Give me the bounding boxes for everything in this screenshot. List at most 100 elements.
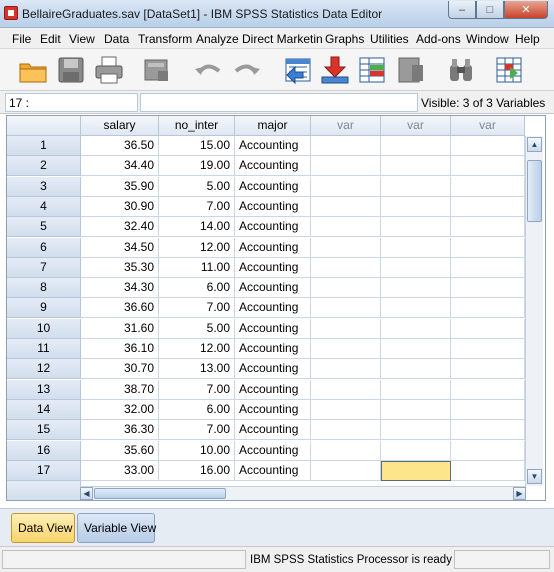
cell-salary[interactable]: 31.60 [81,318,159,339]
cell-empty-var[interactable] [381,136,451,156]
cell-empty-var[interactable] [451,196,525,217]
cell-empty-var[interactable] [381,176,451,197]
go-to-variable-icon[interactable] [320,55,350,85]
cell-empty-var[interactable] [451,339,525,359]
column-header-no-inter[interactable]: no_inter [159,116,235,136]
cell-empty-var[interactable] [311,237,381,258]
cell-empty-var[interactable] [381,196,451,217]
menu-analyze[interactable]: Analyze [196,32,239,46]
cell-no-inter[interactable]: 10.00 [159,440,235,461]
row-header[interactable]: 9 [7,298,81,319]
cell-value-input[interactable] [140,93,418,112]
splitter-grip-icon[interactable] [266,501,286,510]
spss-app-icon[interactable] [4,6,18,20]
cell-major[interactable]: Accounting [235,339,311,359]
cell-empty-var[interactable] [451,298,525,319]
cell-empty-var[interactable] [311,278,381,299]
cell-empty-var[interactable] [381,298,451,319]
menu-help[interactable]: Help [515,32,540,46]
cell-salary[interactable]: 36.10 [81,339,159,359]
cell-empty-var[interactable] [311,136,381,156]
row-header[interactable]: 15 [7,420,81,441]
minimize-button[interactable]: – [448,1,476,19]
cell-no-inter[interactable]: 7.00 [159,196,235,217]
cell-empty-var[interactable] [451,237,525,258]
cell-major[interactable]: Accounting [235,420,311,441]
cell-empty-var[interactable] [451,278,525,299]
cell-salary[interactable]: 30.70 [81,359,159,380]
variables-icon[interactable] [357,55,387,85]
cell-no-inter[interactable]: 13.00 [159,359,235,380]
column-header-major[interactable]: major [235,116,311,136]
cell-major[interactable]: Accounting [235,257,311,278]
scroll-right-arrow-icon[interactable]: ▶ [513,487,526,500]
cell-empty-var[interactable] [451,359,525,380]
cell-salary[interactable]: 34.50 [81,237,159,258]
split-file-icon[interactable] [396,55,426,85]
cell-empty-var[interactable] [311,217,381,238]
cell-major[interactable]: Accounting [235,399,311,420]
cell-empty-var[interactable] [311,298,381,319]
cell-empty-var[interactable] [381,156,451,177]
save-icon[interactable] [56,55,86,85]
cell-empty-var[interactable] [311,257,381,278]
cell-no-inter[interactable]: 16.00 [159,460,235,481]
cell-no-inter[interactable]: 5.00 [159,318,235,339]
cell-major[interactable]: Accounting [235,278,311,299]
horizontal-scroll-thumb[interactable] [94,488,226,499]
cell-salary[interactable]: 36.60 [81,298,159,319]
row-header[interactable]: 12 [7,359,81,380]
cell-major[interactable]: Accounting [235,298,311,319]
cell-empty-var[interactable] [311,399,381,420]
row-header[interactable]: 6 [7,237,81,258]
scroll-up-arrow-icon[interactable]: ▲ [527,137,542,152]
cell-empty-var[interactable] [381,237,451,258]
find-icon[interactable] [446,55,476,85]
column-header-var-1[interactable]: var [311,116,381,136]
menu-direct-marketing[interactable]: Direct Marketing [242,32,322,46]
cell-empty-var[interactable] [451,156,525,177]
cell-empty-var[interactable] [451,257,525,278]
menu-file[interactable]: File [12,32,31,46]
cell-no-inter[interactable]: 7.00 [159,379,235,400]
cell-no-inter[interactable]: 7.00 [159,298,235,319]
cell-empty-var[interactable] [381,359,451,380]
row-header[interactable]: 2 [7,156,81,177]
menu-transform[interactable]: Transform [138,32,193,46]
close-button[interactable]: ✕ [504,1,548,19]
cell-salary[interactable]: 38.70 [81,379,159,400]
cell-empty-var[interactable] [451,420,525,441]
column-header-var-2[interactable]: var [381,116,451,136]
row-header[interactable]: 7 [7,257,81,278]
cell-major[interactable]: Accounting [235,460,311,481]
cell-salary[interactable]: 34.30 [81,278,159,299]
undo-icon[interactable] [193,55,223,85]
dialog-recall-icon[interactable] [142,55,172,85]
menu-add-ons[interactable]: Add-ons [416,32,461,46]
cell-major[interactable]: Accounting [235,136,311,156]
cell-major[interactable]: Accounting [235,196,311,217]
cell-no-inter[interactable]: 5.00 [159,176,235,197]
cell-salary[interactable]: 32.00 [81,399,159,420]
cell-empty-var[interactable] [451,379,525,400]
corner-cell[interactable] [7,116,81,136]
cell-salary[interactable]: 30.90 [81,196,159,217]
cell-empty-var[interactable] [311,359,381,380]
row-header[interactable]: 11 [7,339,81,359]
cell-no-inter[interactable]: 6.00 [159,399,235,420]
cell-salary[interactable]: 32.40 [81,217,159,238]
cell-no-inter[interactable]: 19.00 [159,156,235,177]
row-header[interactable]: 4 [7,196,81,217]
cell-empty-var[interactable] [381,217,451,238]
cell-empty-var[interactable] [451,136,525,156]
cell-empty-var[interactable] [381,420,451,441]
cell-empty-var[interactable] [451,399,525,420]
print-icon[interactable] [94,55,124,85]
cell-no-inter[interactable]: 6.00 [159,278,235,299]
cell-no-inter[interactable]: 11.00 [159,257,235,278]
cell-major[interactable]: Accounting [235,176,311,197]
cell-empty-var[interactable] [451,217,525,238]
cell-major[interactable]: Accounting [235,318,311,339]
cell-empty-var[interactable] [311,460,381,481]
menu-data[interactable]: Data [104,32,129,46]
